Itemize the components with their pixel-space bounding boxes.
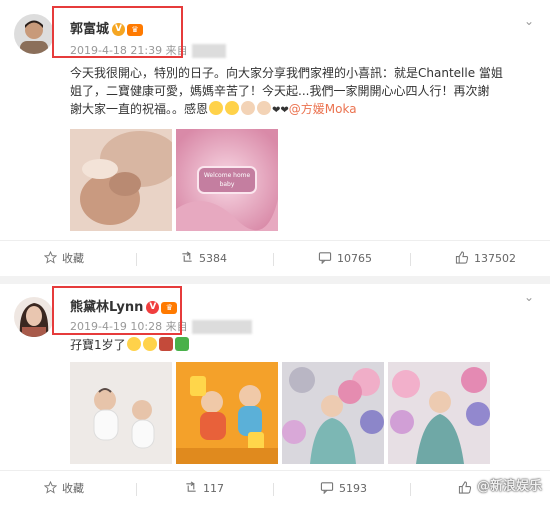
divider — [273, 253, 274, 266]
repost-count: 117 — [203, 482, 224, 495]
star-icon — [43, 250, 58, 264]
comment-count: 5193 — [339, 482, 367, 495]
author-avatar[interactable] — [14, 297, 54, 337]
like-button[interactable] — [458, 471, 477, 506]
post-text: 今天我很開心，特別的日子。向大家分享我們家裡的小喜訊：就是Chantelle 當… — [70, 64, 536, 120]
post-text-line: 今天我很開心，特別的日子。向大家分享我們家裡的小喜訊：就是Chantelle 當… — [70, 66, 503, 80]
repost-count: 5384 — [199, 252, 227, 265]
author-avatar[interactable] — [14, 14, 54, 54]
repost-button[interactable]: 5384 — [180, 241, 227, 277]
watermark-text: @新浪娱乐 — [476, 479, 542, 494]
comment-button[interactable]: 5193 — [320, 471, 367, 506]
mention-link[interactable]: @方媛Moka — [289, 102, 357, 116]
card-text: Welcome home baby — [203, 172, 251, 188]
divider — [410, 483, 411, 496]
post-text-line: 姐了，二寶健康可愛，媽媽辛苦了！今天起...我們一家開開心心四人行！再次謝 — [70, 84, 490, 98]
highlight-box — [52, 6, 183, 58]
weibo-post-2: 熊黛林Lynn V ♛ 2019-4-19 10:28 来自 ⌄ 孖寶1岁了 收… — [0, 284, 550, 506]
post-image-4[interactable] — [388, 362, 490, 464]
repost-icon — [186, 481, 196, 492]
favorite-button[interactable]: 收藏 — [43, 471, 84, 506]
chevron-down-icon[interactable]: ⌄ — [524, 14, 534, 28]
smile-emoji-icon — [209, 101, 224, 115]
comment-icon — [320, 482, 334, 495]
smile-emoji-icon — [225, 101, 240, 115]
favorite-button[interactable]: 收藏 — [43, 241, 84, 277]
watermark: @新浪娱乐 — [477, 475, 542, 494]
favorite-label: 收藏 — [62, 252, 84, 265]
blurred-source — [191, 320, 252, 334]
cake-emoji-icon — [158, 337, 173, 351]
star-icon — [43, 480, 58, 494]
divider — [136, 253, 137, 266]
thumbs-up-icon — [455, 251, 469, 264]
repost-icon — [182, 251, 192, 262]
post-text-segment: 孖寶1岁了 — [70, 338, 126, 352]
like-count: 137502 — [474, 252, 516, 265]
post-text-line: 謝大家一直的祝福。。感恩 ❤❤@方媛Moka — [70, 100, 536, 120]
post-image-2[interactable] — [176, 362, 278, 464]
chevron-down-icon[interactable]: ⌄ — [524, 290, 534, 304]
thumbs-up-icon — [458, 481, 472, 494]
post-text: 孖寶1岁了 — [70, 336, 190, 354]
repost-button[interactable]: 117 — [184, 471, 224, 506]
post-image-1[interactable] — [70, 129, 172, 231]
divider — [273, 483, 274, 496]
weibo-post-1: 郭富城 V ♛ 2019-4-18 21:39 来自 ⌄ 今天我很開心，特別的日子。… — [0, 0, 550, 276]
heart-icon: ❤❤ — [272, 105, 289, 116]
post-text-segment: 謝大家一直的祝福。。感恩 — [70, 102, 209, 116]
divider — [136, 483, 137, 496]
baby-emoji-icon — [257, 101, 272, 115]
comment-icon — [318, 252, 332, 265]
favorite-label: 收藏 — [62, 482, 84, 495]
blurred-source — [191, 44, 226, 58]
comment-button[interactable]: 10765 — [318, 241, 372, 277]
post-divider — [0, 276, 550, 284]
emoji-icon — [126, 337, 141, 351]
like-button[interactable]: 137502 — [455, 241, 516, 277]
post-image-1[interactable] — [70, 362, 172, 464]
baby-emoji-icon — [241, 101, 256, 115]
action-bar: 收藏 117 5193 — [0, 470, 550, 506]
gift-emoji-icon — [174, 337, 189, 351]
post-image-2[interactable]: Welcome home baby — [176, 129, 278, 231]
post-image-3[interactable] — [282, 362, 384, 464]
action-bar: 收藏 5384 10765 137502 — [0, 240, 550, 276]
comment-count: 10765 — [337, 252, 372, 265]
emoji-icon — [142, 337, 157, 351]
divider — [410, 253, 411, 266]
highlight-box — [52, 286, 182, 335]
